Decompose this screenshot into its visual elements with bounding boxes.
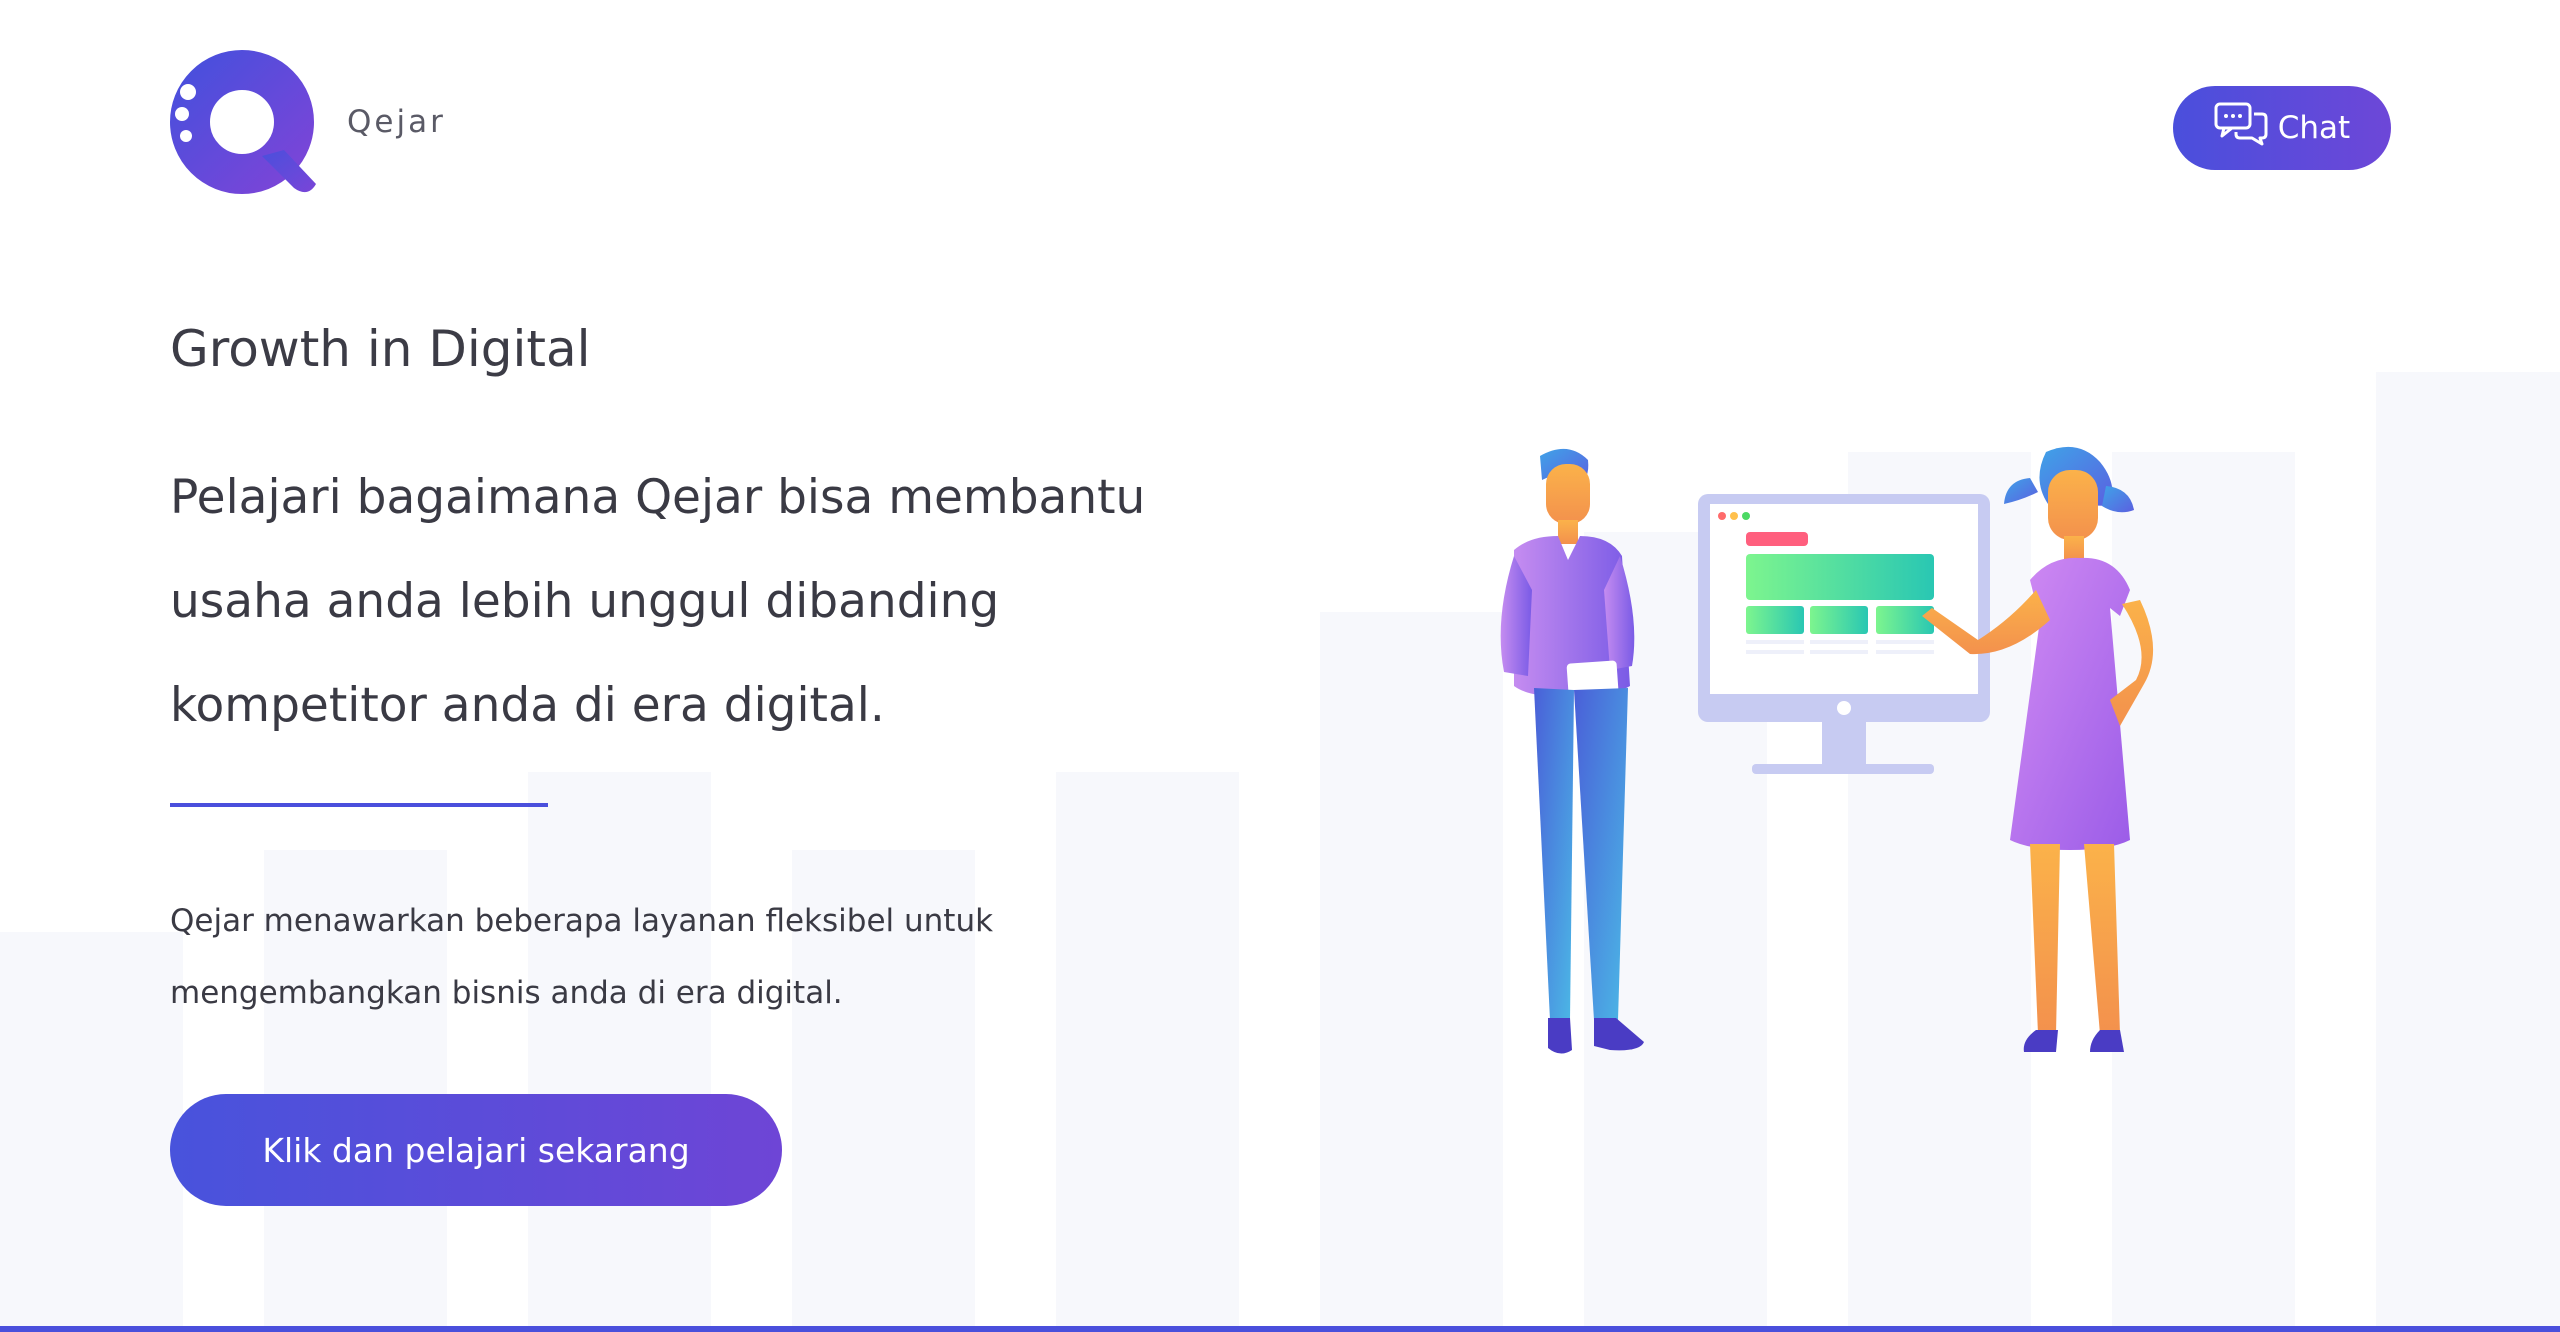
divider <box>170 803 548 807</box>
cta-button[interactable]: Klik dan pelajari sekarang <box>170 1094 782 1206</box>
hero-description-line: mengembangkan bisnis anda di era digital… <box>170 975 843 1011</box>
hero-subtitle-line: kompetitor anda di era digital. <box>170 678 885 733</box>
hero-subtitle-line: Pelajari bagaimana Qejar bisa membantu <box>170 470 1146 525</box>
bottom-accent-line <box>0 1326 2560 1332</box>
page-title: Growth in Digital <box>170 320 591 378</box>
background-bar <box>0 932 183 1332</box>
brand-name: Qejar <box>347 104 446 140</box>
hero-description-line: Qejar menawarkan beberapa layanan fleksi… <box>170 903 994 939</box>
background-bar <box>1056 772 1239 1332</box>
chat-button-label: Chat <box>2277 110 2351 146</box>
qejar-logo-icon[interactable] <box>168 48 320 200</box>
hero-subtitle: Pelajari bagaimana Qejar bisa membantu u… <box>170 446 1270 758</box>
hero-subtitle-line: usaha anda lebih unggul dibanding <box>170 574 1000 629</box>
hero-illustration <box>1470 440 2230 1080</box>
hero-description: Qejar menawarkan beberapa layanan fleksi… <box>170 885 1170 1029</box>
background-bar <box>2376 372 2560 1332</box>
chat-button[interactable]: Chat <box>2173 86 2391 170</box>
background-bar <box>528 772 711 1332</box>
chat-bubbles-icon <box>2214 102 2268 154</box>
